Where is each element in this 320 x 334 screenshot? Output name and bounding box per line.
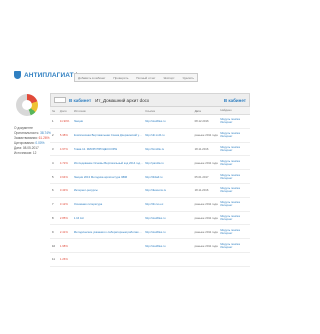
row-share: 5.38% — [59, 133, 68, 138]
table-row[interactable]: 5 3.64% Лекция 2013 Методика архитектура… — [50, 170, 250, 184]
report-header: В кабинет Ит_Домашний архит docx В кабин… — [50, 93, 250, 107]
row-url-link[interactable]: http://lib4all.ru — [145, 175, 195, 179]
row-date: раньше 2011 года — [194, 243, 218, 248]
col-source: Источник — [73, 108, 86, 113]
table-row[interactable]: 3 4.97% Глава 12. МИКРОПРОЦЕССОРЫ http:/… — [50, 143, 250, 157]
row-share: 2.85% — [59, 215, 68, 220]
report-panel: В кабинет Ит_Домашний архит docx В кабин… — [50, 93, 250, 333]
row-num: 7 — [52, 202, 54, 207]
toolbar-add-button[interactable]: Добавить в кабинет — [78, 76, 106, 80]
row-share: 1.98% — [59, 243, 68, 248]
row-num: 11 — [52, 257, 55, 262]
row-date: раньше 2011 года — [194, 229, 218, 234]
table-row[interactable]: 9 2.41% Методические указания к лаборато… — [50, 225, 250, 240]
row-title-link[interactable]: Комплексная Вертикальная Схема Дзержинск… — [74, 133, 145, 137]
row-date: раньше 2011 года — [194, 215, 218, 220]
row-share: 4.97% — [59, 146, 68, 151]
row-num: 9 — [52, 229, 54, 234]
row-url-link[interactable]: http://lib.rus.ec — [145, 202, 195, 206]
cabinet-link-right[interactable]: В кабинет — [224, 98, 246, 103]
row-date: 18.11.2016 — [194, 146, 209, 151]
row-num: 5 — [52, 174, 54, 179]
row-url-link[interactable]: http://dir.mdb.ru — [145, 133, 195, 137]
row-found-in[interactable]: Модуль поиска Интернет — [220, 242, 250, 249]
shield-icon — [14, 71, 21, 79]
stats-list: О документе Оригинальность: 38.74% Заимс… — [14, 126, 51, 156]
row-share: 4.72% — [59, 160, 68, 165]
row-url-link[interactable]: http://studfiles.ru — [145, 216, 195, 220]
row-found-in[interactable]: Модуль поиска Интернет — [220, 214, 250, 221]
row-url-link[interactable]: http://studfiles.ru — [145, 230, 195, 234]
row-found-in[interactable]: Модуль поиска Интернет — [220, 132, 250, 138]
row-share: 3.12% — [59, 202, 68, 207]
table-row[interactable]: 2 5.38% Комплексная Вертикальная Схема Д… — [50, 129, 250, 143]
row-title-link[interactable]: Лекции — [74, 119, 145, 123]
row-title-link[interactable]: Глава 12. МИКРОПРОЦЕССОРЫ — [74, 147, 145, 151]
cabinet-link[interactable]: В кабинет — [69, 98, 91, 103]
row-num: 2 — [52, 133, 54, 138]
sources-table: 1 11.90% Лекции http://studfiles.ru 08.1… — [50, 115, 250, 267]
percent-indicator — [54, 97, 66, 103]
row-title-link[interactable]: Лекция 2013 Методика архитектура ЭВМ — [74, 175, 145, 179]
row-share: 3.43% — [59, 188, 68, 193]
row-title-link[interactable]: Методические указания к лабораторным раб… — [74, 230, 145, 234]
row-found-in[interactable]: Модуль поиска Интернет — [220, 187, 250, 193]
table-row[interactable]: 11 1.26% — [50, 253, 250, 267]
toolbar-report-button[interactable]: Полный отчет — [136, 76, 155, 80]
row-url-link[interactable]: http://pandia.ru — [145, 161, 195, 165]
sidebar: О документе Оригинальность: 38.74% Заимс… — [14, 94, 51, 156]
col-share: Доля — [59, 108, 67, 113]
row-num: 3 — [52, 146, 54, 151]
row-url-link[interactable]: http://studfiles.ru — [145, 244, 195, 248]
toolbar-export-button[interactable]: Экспорт — [163, 76, 174, 80]
row-num: 4 — [52, 160, 54, 165]
row-share: 1.26% — [59, 257, 68, 262]
row-date: раньше 2011 года — [194, 133, 218, 138]
row-found-in[interactable]: Модуль поиска Интернет — [220, 201, 250, 207]
row-date: раньше 2011 года — [194, 160, 218, 165]
logo-text: АНТИПЛАГИАТФ — [24, 71, 79, 79]
toolbar-check-button[interactable]: Проверить — [113, 76, 128, 80]
row-found-in[interactable]: Модуль поиска Интернет — [220, 228, 250, 235]
row-date: 08.12.2016 — [194, 119, 209, 124]
stat-sources: Источников: 12 — [14, 151, 37, 155]
row-share: 11.90% — [59, 119, 70, 124]
table-row[interactable]: 10 1.98% http://studfiles.ru раньше 2011… — [50, 239, 250, 253]
row-url-link[interactable]: http://studfiles.ru — [145, 119, 195, 123]
row-url-link[interactable]: http://itlessons.ru — [145, 188, 195, 192]
row-date: раньше 2011 года — [194, 202, 218, 207]
col-date: Дата — [194, 108, 201, 113]
row-date: 05.01.2017 — [194, 174, 209, 179]
row-found-in[interactable]: Модуль поиска Интернет — [220, 118, 250, 124]
row-title-link[interactable]: Исследование Основы Вертикальный код 201… — [74, 161, 145, 165]
table-row[interactable]: 7 3.12% Основная литература http://lib.r… — [50, 198, 250, 212]
row-url-link[interactable]: http://bmsfile.ru — [145, 147, 195, 151]
row-title-link[interactable]: 1.16 Arc — [74, 216, 145, 220]
row-share: 2.41% — [59, 229, 68, 234]
row-found-in[interactable]: Модуль поиска Интернет — [220, 145, 250, 152]
table-row[interactable]: 6 3.43% Интернет-ресурсы http://itlesson… — [50, 184, 250, 198]
row-found-in[interactable]: Модуль поиска Интернет — [220, 173, 250, 180]
document-title: Ит_Домашний архит docx — [95, 97, 150, 103]
originality-donut-chart — [16, 94, 38, 116]
row-num: 10 — [52, 243, 56, 248]
col-found: Найдено — [220, 108, 232, 112]
row-num: 6 — [52, 188, 54, 193]
table-header: № Доля Источник Ссылка Дата Найдено — [50, 107, 250, 115]
col-link: Ссылка — [145, 108, 155, 113]
row-share: 3.64% — [59, 174, 68, 179]
table-row[interactable]: 8 2.85% 1.16 Arc http://studfiles.ru ран… — [50, 212, 250, 226]
toolbar-delete-button[interactable]: Удалить — [183, 76, 194, 80]
row-date: 18.11.2016 — [194, 188, 209, 193]
row-num: 8 — [52, 215, 54, 220]
table-row[interactable]: 1 11.90% Лекции http://studfiles.ru 08.1… — [50, 115, 250, 129]
row-title-link[interactable]: Основная литература — [74, 202, 145, 206]
row-found-in[interactable]: Модуль поиска Интернет — [220, 159, 250, 166]
col-num: № — [52, 108, 56, 113]
toolbar: Добавить в кабинет Проверить Полный отче… — [74, 73, 198, 82]
row-title-link[interactable]: Интернет-ресурсы — [74, 188, 145, 192]
table-row[interactable]: 4 4.72% Исследование Основы Вертикальный… — [50, 156, 250, 171]
row-num: 1 — [52, 119, 54, 124]
